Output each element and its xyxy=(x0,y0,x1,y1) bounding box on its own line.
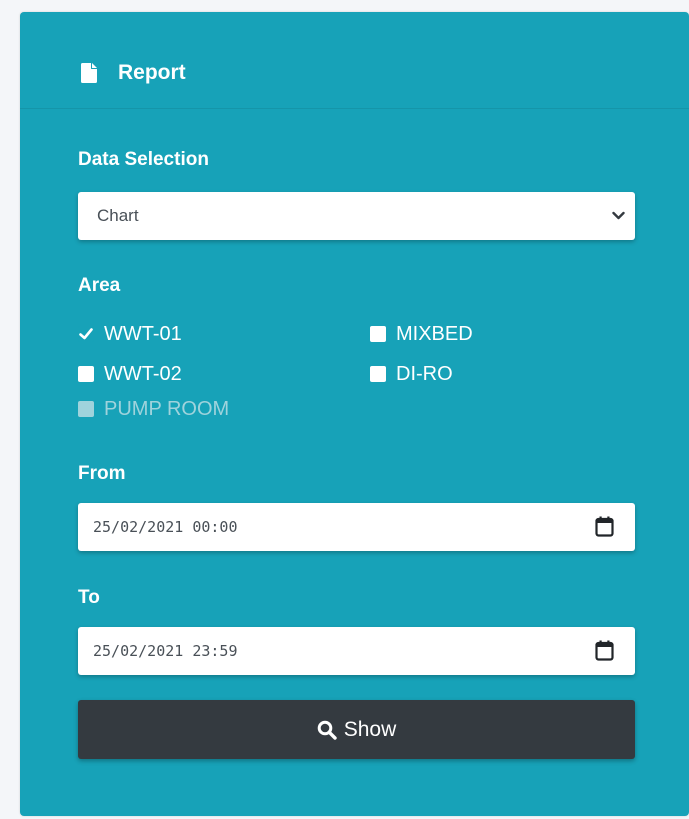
wwt-02-checkbox[interactable] xyxy=(78,366,94,382)
file-icon xyxy=(81,63,97,83)
pump-room-checkbox xyxy=(78,401,94,417)
mixbed-label: MIXBED xyxy=(396,323,473,345)
show-button[interactable]: Show xyxy=(78,700,635,759)
to-datetime-input[interactable]: 25/02/2021 23:59 xyxy=(78,627,635,675)
area-option-di-ro[interactable]: DI-RO xyxy=(370,362,453,386)
data-selection-select[interactable]: Chart xyxy=(78,192,635,240)
report-card: Report Data Selection Chart Area WWT-01 … xyxy=(20,12,689,816)
from-label: From xyxy=(78,463,126,484)
data-selection-value: Chart xyxy=(97,206,139,225)
area-option-mixbed[interactable]: MIXBED xyxy=(370,322,473,346)
calendar-icon[interactable] xyxy=(595,516,614,537)
area-option-wwt-01[interactable]: WWT-01 xyxy=(78,322,182,346)
di-ro-label: DI-RO xyxy=(396,363,453,385)
check-icon xyxy=(79,328,93,340)
to-datetime-value: 25/02/2021 23:59 xyxy=(93,642,238,660)
wwt-01-label: WWT-01 xyxy=(104,323,182,345)
from-datetime-input[interactable]: 25/02/2021 00:00 xyxy=(78,503,635,551)
mixbed-checkbox[interactable] xyxy=(370,326,386,342)
chevron-down-icon xyxy=(612,211,625,220)
di-ro-checkbox[interactable] xyxy=(370,366,386,382)
card-title: Report xyxy=(118,61,186,84)
wwt-02-label: WWT-02 xyxy=(104,363,182,385)
calendar-icon[interactable] xyxy=(595,640,614,661)
to-label: To xyxy=(78,587,100,608)
wwt-01-checkbox[interactable] xyxy=(78,326,94,342)
from-datetime-value: 25/02/2021 00:00 xyxy=(93,518,238,536)
area-label: Area xyxy=(78,275,121,296)
show-button-label: Show xyxy=(343,717,397,741)
area-option-pump-room: PUMP ROOM xyxy=(78,397,229,421)
search-icon xyxy=(317,720,337,740)
area-option-wwt-02[interactable]: WWT-02 xyxy=(78,362,182,386)
pump-room-label: PUMP ROOM xyxy=(104,398,230,420)
data-selection-label: Data Selection xyxy=(78,149,209,170)
card-header: Report xyxy=(20,12,689,109)
